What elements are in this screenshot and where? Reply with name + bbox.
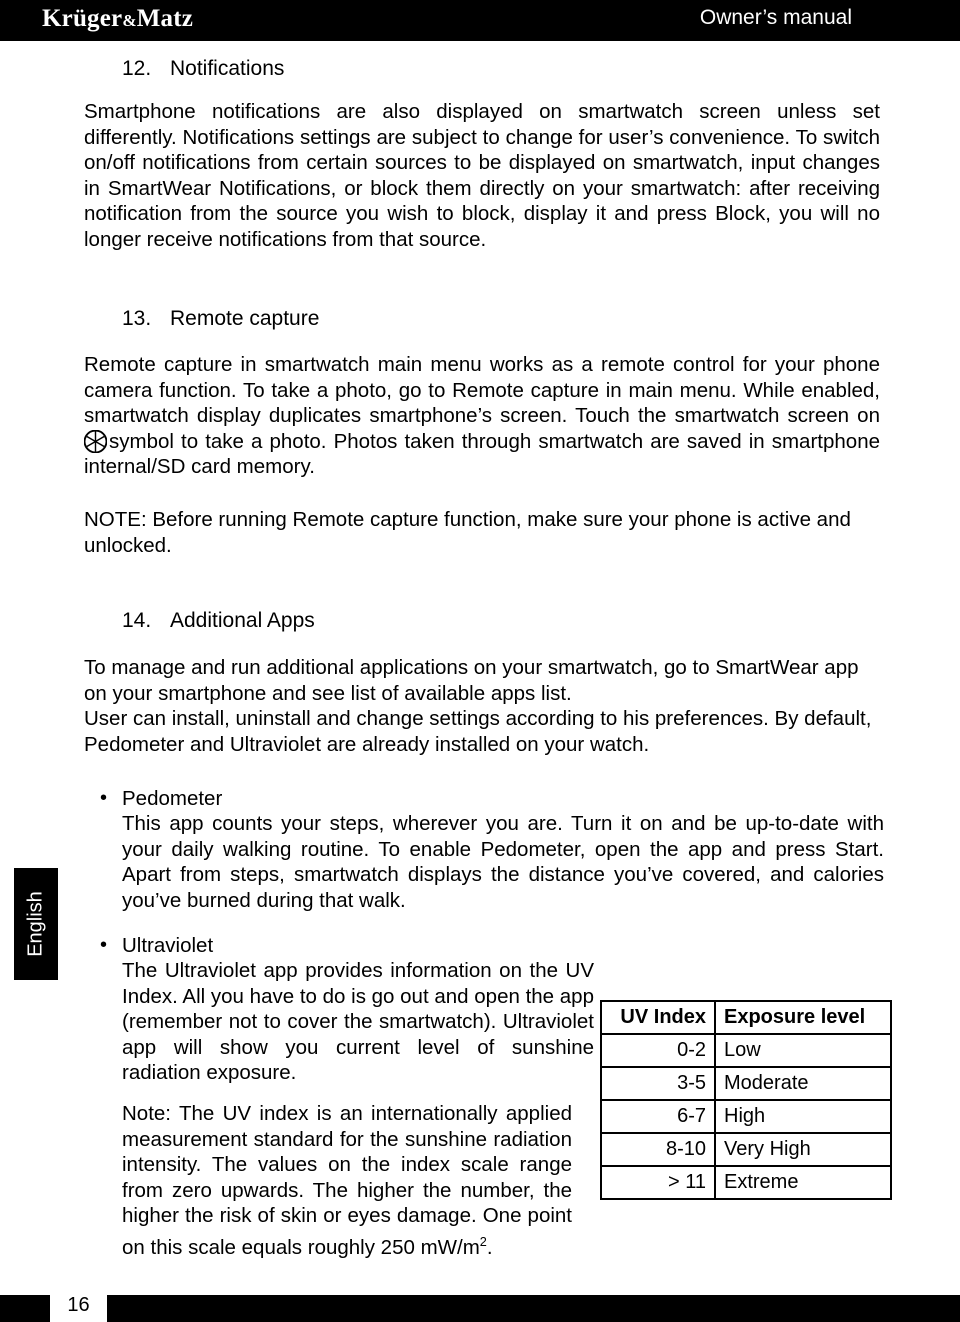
cell-exposure-level: Very High [714,1132,892,1167]
brand-logo-ampersand: & [122,11,137,30]
cell-exposure-level: Moderate [714,1066,892,1101]
language-tab-label: English [24,891,47,957]
uv-index-note: Note: The UV index is an internationally… [122,1101,572,1260]
cell-uv-index: 0-2 [600,1033,716,1068]
uv-note-text-end: . [486,1235,493,1259]
brand-logo-last: Matz [136,5,194,32]
cell-exposure-level: Low [714,1033,892,1068]
cell-uv-index: 8-10 [600,1132,716,1167]
section-12-paragraph: Smartphone notifications are also displa… [84,100,880,251]
section-13-text-after-icon: symbol to take a photo. Photos taken thr… [84,429,880,479]
cell-uv-index: > 11 [600,1165,716,1200]
section-heading-13: 13. Remote capture [122,307,319,331]
cell-uv-index: 3-5 [600,1066,716,1101]
section-14-paragraph-1: To manage and run additional application… [84,656,859,705]
table-row: 0-2 Low [600,1033,892,1068]
uv-note-text: Note: The UV index is an internationally… [122,1102,572,1259]
brand-logo-first: Krüger [42,5,123,32]
bullet-icon: • [100,787,108,809]
section-number-14: 14. [122,609,152,632]
section-number-13: 13. [122,307,152,330]
table-header-uv-index: UV Index [600,1000,716,1035]
uv-index-table: UV Index Exposure level 0-2 Low 3-5 Mode… [600,1000,892,1200]
table-row: 3-5 Moderate [600,1066,892,1101]
header-manual-label: Owner’s manual [699,6,852,29]
section-title-12: Notifications [170,57,285,80]
language-side-tab: English [14,868,58,980]
cell-exposure-level: Extreme [714,1165,892,1200]
table-row: 8-10 Very High [600,1132,892,1167]
page-footer-bar [0,1295,960,1322]
app-description-pedometer: This app counts your steps, wherever you… [122,812,884,912]
section-heading-12: 12. Notifications [122,57,284,81]
app-name-ultraviolet: Ultraviolet [122,934,214,957]
section-13-paragraph: Remote capture in smartwatch main menu w… [83,352,880,480]
cell-uv-index: 6-7 [600,1099,716,1134]
section-number-12: 12. [122,57,152,80]
camera-aperture-icon [83,429,108,453]
bullet-icon: • [100,934,108,956]
app-description-ultraviolet: The Ultraviolet app provides information… [122,959,594,1084]
table-row: 6-7 High [600,1099,892,1134]
brand-logo: Krüger&Matz [42,5,193,33]
section-title-13: Remote capture [170,307,320,330]
table-header-row: UV Index Exposure level [600,1000,892,1035]
app-name-pedometer: Pedometer [122,787,223,810]
uv-note-superscript: 2 [479,1233,487,1249]
section-14-paragraph-2: User can install, uninstall and change s… [84,707,872,756]
section-13-text-before-icon: Remote capture in smartwatch main menu w… [84,353,880,427]
cell-exposure-level: High [714,1099,892,1134]
section-heading-14: 14. Additional Apps [122,609,315,633]
page-number: 16 [50,1289,107,1322]
section-13-note: NOTE: Before running Remote capture func… [84,508,851,557]
section-title-14: Additional Apps [170,609,315,632]
table-row: > 11 Extreme [600,1165,892,1200]
table-header-exposure-level: Exposure level [714,1000,892,1035]
